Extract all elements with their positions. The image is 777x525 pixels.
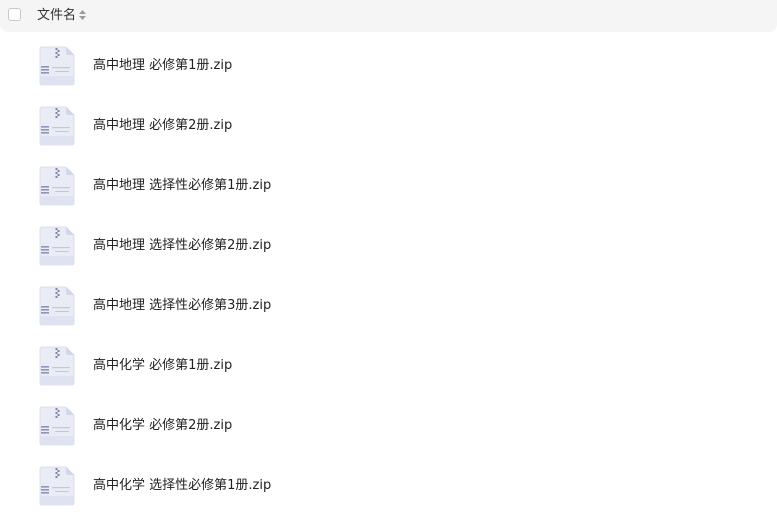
file-name: 高中化学 必修第1册.zip (93, 358, 233, 373)
file-row[interactable]: 高中化学 选择性必修第1册.zip (0, 456, 777, 516)
file-row[interactable]: 高中化学 必修第1册.zip (0, 336, 777, 396)
file-list-page: 文件名 高中地理 必修第1册.zip 高中地理 必修第2册.zip 高中地理 选… (0, 0, 777, 525)
zip-file-icon (39, 226, 75, 266)
file-name: 高中地理 选择性必修第1册.zip (93, 178, 272, 193)
file-name: 高中化学 选择性必修第1册.zip (93, 478, 272, 493)
select-all-checkbox[interactable] (8, 8, 21, 21)
file-row[interactable]: 高中地理 必修第2册.zip (0, 96, 777, 156)
file-name: 高中地理 选择性必修第3册.zip (93, 298, 272, 313)
file-row[interactable]: 高中化学 必修第2册.zip (0, 396, 777, 456)
file-name: 高中地理 必修第2册.zip (93, 118, 233, 133)
file-list-header: 文件名 (0, 0, 777, 32)
file-name: 高中地理 选择性必修第2册.zip (93, 238, 272, 253)
zip-file-icon (39, 166, 75, 206)
file-list: 高中地理 必修第1册.zip 高中地理 必修第2册.zip 高中地理 选择性必修… (0, 36, 777, 516)
sort-updown-icon[interactable] (79, 10, 86, 21)
file-name: 高中地理 必修第1册.zip (93, 58, 233, 73)
zip-file-icon (39, 286, 75, 326)
file-name: 高中化学 必修第2册.zip (93, 418, 233, 433)
file-row[interactable]: 高中地理 选择性必修第3册.zip (0, 276, 777, 336)
zip-file-icon (39, 346, 75, 386)
zip-file-icon (39, 466, 75, 506)
zip-file-icon (39, 106, 75, 146)
file-row[interactable]: 高中地理 选择性必修第2册.zip (0, 216, 777, 276)
zip-file-icon (39, 406, 75, 446)
column-header-filename[interactable]: 文件名 (37, 8, 76, 24)
file-row[interactable]: 高中地理 必修第1册.zip (0, 36, 777, 96)
zip-file-icon (39, 46, 75, 86)
file-row[interactable]: 高中地理 选择性必修第1册.zip (0, 156, 777, 216)
